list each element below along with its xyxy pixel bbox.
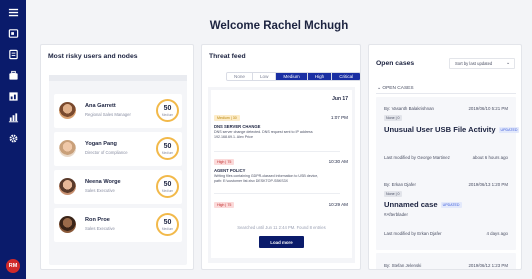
user-card[interactable]: Ana Garrett Regional Sales Manager 50 Med… [54, 94, 182, 128]
user-card[interactable]: Yogan Pang Director of Compliance 50 Medi… [54, 132, 182, 166]
user-photo [59, 102, 76, 119]
severity-badge: High | 75 [214, 202, 235, 208]
open-cases-title: Open cases [376, 60, 415, 67]
updated-badge: UPDATED [440, 202, 462, 208]
sort-select[interactable]: Sort by last updated ⌄ [449, 58, 515, 69]
case-title[interactable]: Unnamed case UPDATED [384, 200, 462, 209]
feed-search-status: Searched until Jun 11 2:44 PM. Found 8 e… [237, 225, 326, 230]
risk-score-badge: 50 Medium [156, 137, 179, 160]
risk-score-badge: 50 Medium [156, 175, 179, 198]
feed-time: 10:30 AM [328, 159, 348, 164]
page-title: Welcome Rachel Mchugh [209, 20, 349, 32]
user-photo [59, 140, 76, 157]
open-cases-section-toggle[interactable]: ⌄ OPEN CASES [377, 86, 414, 91]
sidebar: RM [0, 0, 26, 279]
user-name: Neena Worge [85, 179, 121, 185]
feed-event-desc: Writing files containing GDPR-classed in… [214, 174, 319, 183]
case-modified-ago: about 6 hours ago [472, 155, 508, 160]
user-role: Sales Executive [85, 226, 115, 231]
case-title-text: Unnamed case [384, 200, 438, 209]
case-tag[interactable]: #Afterblader [384, 212, 408, 217]
feed-time: 1:07 PM [330, 115, 348, 120]
tab-none[interactable]: None [227, 73, 253, 80]
case-author: By: Vasanth Balakrishnan [384, 106, 434, 111]
menu-icon[interactable] [6, 6, 20, 18]
threat-feed-title: Threat feed [209, 53, 246, 60]
feed-divider [214, 151, 340, 152]
risk-score-level: Medium [161, 151, 174, 155]
section-label: OPEN CASES [382, 86, 414, 91]
case-card[interactable]: By: Erkan Djafer 2019/06/13 1:20 PM None… [376, 170, 516, 250]
user-avatar[interactable]: RM [6, 259, 20, 273]
section-divider [376, 93, 516, 94]
case-date: 2019/06/12 1:23 PM [468, 263, 508, 268]
tab-high[interactable]: High [307, 73, 333, 80]
risk-score-level: Medium [161, 113, 174, 117]
case-last-modified: Last modified by Erkan Djafer [384, 231, 442, 236]
user-name: Ron Proe [85, 217, 110, 223]
risk-score-level: Medium [161, 189, 174, 193]
sort-select-value: Sort by last updated [455, 61, 493, 66]
tab-medium[interactable]: Medium [276, 73, 308, 80]
case-date: 2019/06/13 1:20 PM [468, 182, 508, 187]
case-date: 2019/06/10 5:21 PM [468, 106, 508, 111]
user-photo [59, 216, 76, 233]
case-author: By: Erkan Djafer [384, 182, 416, 187]
case-title[interactable]: Unusual User USB File Activity UPDATED [384, 125, 520, 134]
risky-users-header-bar [49, 75, 187, 81]
user-card[interactable]: Ron Proe Sales Executive 50 Medium [54, 208, 182, 242]
chart-icon[interactable] [6, 111, 20, 123]
briefcase-icon[interactable] [6, 69, 20, 81]
load-more-button[interactable]: Load more [259, 236, 304, 248]
feed-time: 10:29 AM [328, 202, 348, 207]
chevron-down-icon: ⌄ [505, 61, 510, 66]
threat-feed-panel: Threat feed None Low Medium High Critica… [201, 44, 361, 270]
risky-users-panel: Most risky users and nodes Ana Garrett R… [40, 44, 194, 270]
feed-event-type[interactable]: DNS SERVER CHANGE [214, 124, 260, 129]
tab-critical[interactable]: Critical [332, 73, 360, 80]
user-name: Yogan Pang [85, 141, 117, 147]
settings-icon[interactable] [6, 132, 20, 144]
risk-score-level: Medium [161, 227, 174, 231]
feed-date-header: Jun 17 [332, 96, 348, 102]
risk-score-value: 50 [163, 143, 172, 150]
feed-divider [214, 193, 340, 194]
user-role: Regional Sales Manager [85, 112, 131, 117]
case-card[interactable]: By: Stefan Jelenski 2019/06/12 1:23 PM [376, 253, 516, 269]
case-modified-ago: 4 days ago [486, 231, 508, 236]
open-cases-panel: Open cases Sort by last updated ⌄ ⌄ OPEN … [368, 44, 522, 270]
updated-badge: UPDATED [498, 127, 520, 133]
user-photo [59, 178, 76, 195]
risk-score-value: 50 [163, 219, 172, 226]
tab-low[interactable]: Low [252, 73, 277, 80]
risk-score-value: 50 [163, 181, 172, 188]
feed-event-desc: DNS server change detected. DNS request … [214, 130, 313, 139]
user-role: Sales Executive [85, 188, 115, 193]
severity-filter: None Low Medium High Critical [226, 72, 360, 81]
user-role: Director of Compliance [85, 150, 128, 155]
cases-icon[interactable] [6, 27, 20, 39]
severity-badge: High | 75 [214, 159, 235, 165]
case-severity-badge: None | 0 [384, 191, 402, 197]
case-author: By: Stefan Jelenski [384, 263, 422, 268]
user-name: Ana Garrett [85, 103, 116, 109]
case-last-modified: Last modified by George Martinez [384, 155, 450, 160]
user-card[interactable]: Neena Worge Sales Executive 50 Medium [54, 170, 182, 204]
case-severity-badge: None | 0 [384, 115, 402, 121]
risk-score-badge: 50 Medium [156, 99, 179, 122]
risk-score-value: 50 [163, 105, 172, 112]
case-title-text: Unusual User USB File Activity [384, 125, 496, 134]
feed-event-type[interactable]: AGENT POLICY [214, 168, 245, 173]
severity-badge: Medium | 30 [214, 115, 240, 121]
risk-score-badge: 50 Medium [156, 213, 179, 236]
reports-icon[interactable] [6, 48, 20, 60]
dashboard-icon[interactable] [6, 90, 20, 102]
risky-users-title: Most risky users and nodes [48, 53, 138, 60]
